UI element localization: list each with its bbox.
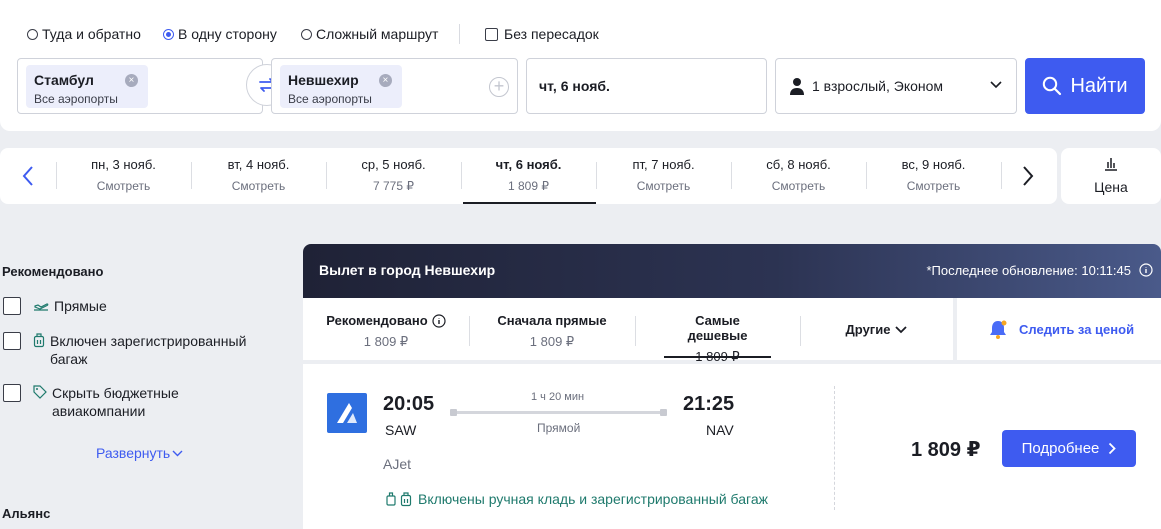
destination-chip: Невшехир Все аэропорты ×: [280, 65, 402, 108]
destination-field[interactable]: Невшехир Все аэропорты × +: [271, 58, 518, 114]
bell-icon: [990, 320, 1007, 339]
trip-type-multicity[interactable]: Сложный маршрут: [301, 26, 438, 42]
next-dates-button[interactable]: [1016, 162, 1040, 190]
details-button[interactable]: Подробнее: [1002, 430, 1136, 467]
filter-hide-budget[interactable]: Скрыть бюджетные авиакомпании: [3, 384, 263, 420]
passengers-value: 1 взрослый, Эконом: [812, 78, 944, 94]
luggage-icon: [33, 333, 45, 348]
info-icon: [432, 313, 446, 328]
radio-icon: [301, 28, 312, 40]
trip-type-oneway[interactable]: В одну сторону: [163, 26, 277, 42]
checkbox-icon[interactable]: [3, 297, 21, 315]
date-cell-thu-selected[interactable]: чт, 6 нояб. 1 809 ₽: [461, 148, 596, 204]
radio-icon: [27, 28, 38, 40]
price-chart-button[interactable]: Цена: [1061, 148, 1161, 204]
origin-field[interactable]: Стамбул Все аэропорты ×: [17, 58, 263, 114]
luggage-icon: [400, 491, 412, 506]
date-cell-sun[interactable]: вс, 9 нояб. Смотреть: [866, 148, 1001, 204]
chevron-left-icon: [22, 166, 33, 186]
arrival-airport: NAV: [706, 422, 734, 438]
date-cell-wed[interactable]: ср, 5 нояб. 7 775 ₽: [326, 148, 461, 204]
ajet-logo-icon: [337, 403, 357, 423]
divider: [1001, 162, 1002, 189]
bar-chart-icon: [1105, 158, 1117, 171]
flight-price: 1 809 ₽: [911, 439, 981, 461]
date-cell-sat[interactable]: сб, 8 нояб. Смотреть: [731, 148, 866, 204]
chevron-down-icon: [172, 450, 183, 456]
checkbox-icon[interactable]: [3, 384, 21, 402]
airline-logo: [327, 393, 367, 433]
divider: [635, 316, 636, 346]
filter-alliance-title: Альянс: [2, 506, 51, 521]
nonstop-checkbox[interactable]: Без пересадок: [485, 26, 599, 42]
results-header: Вылет в город Невшехир *Последнее обновл…: [303, 244, 1161, 298]
chevron-right-icon: [1023, 166, 1034, 186]
trip-type-roundtrip[interactable]: Туда и обратно: [27, 26, 141, 42]
clear-destination-icon[interactable]: ×: [378, 74, 392, 87]
baggage-info: Включены ручная кладь и зарегистрированн…: [386, 491, 768, 507]
checkbox-icon[interactable]: [3, 332, 21, 350]
arrival-time: 21:25: [683, 393, 735, 415]
airline-name: AJet: [383, 456, 412, 472]
departure-airport: SAW: [385, 422, 417, 438]
origin-chip: Стамбул Все аэропорты ×: [26, 65, 148, 108]
chevron-right-icon: [1109, 442, 1117, 455]
filter-direct[interactable]: Прямые: [3, 297, 107, 315]
filter-recommended-title: Рекомендовано: [2, 264, 104, 279]
info-icon[interactable]: [1139, 263, 1153, 277]
add-destination-icon[interactable]: +: [489, 77, 509, 97]
results-title: Вылет в город Невшехир: [319, 262, 496, 278]
origin-airports: Все аэропорты: [34, 92, 118, 106]
sort-tab-recommended[interactable]: Рекомендовано 1 809 ₽: [303, 298, 469, 360]
prev-dates-button[interactable]: [16, 162, 40, 190]
origin-city: Стамбул: [34, 72, 94, 88]
filter-baggage[interactable]: Включен зарегистрированный багаж: [3, 332, 263, 368]
sort-bar: Рекомендовано 1 809 ₽ Сначала прямые 1 8…: [303, 298, 953, 364]
watch-price-button[interactable]: Следить за ценой: [957, 298, 1161, 360]
passengers-field[interactable]: 1 взрослый, Эконом: [775, 58, 1017, 114]
departure-time: 20:05: [383, 393, 435, 415]
route-line: [450, 409, 667, 416]
destination-city: Невшехир: [288, 72, 359, 88]
expand-filters-link[interactable]: Развернуть: [96, 445, 183, 461]
flight-card[interactable]: 20:05 SAW 1 ч 20 мин Прямой 21:25 NAV AJ…: [303, 364, 1161, 529]
chevron-down-icon: [990, 81, 1002, 89]
search-icon: [1043, 76, 1062, 96]
last-update: *Последнее обновление: 10:11:45: [926, 263, 1131, 278]
checkbox-icon: [485, 27, 498, 41]
sort-tab-cheapest[interactable]: Самые дешевые 1 809 ₽: [664, 298, 771, 364]
clear-origin-icon[interactable]: ×: [124, 74, 138, 87]
price-chart-label: Цена: [1094, 179, 1128, 195]
date-value: чт, 6 нояб.: [539, 78, 610, 94]
destination-airports: Все аэропорты: [288, 92, 372, 106]
sort-tab-direct-first[interactable]: Сначала прямые 1 809 ₽: [469, 298, 635, 360]
divider: [834, 386, 835, 510]
flight-duration: 1 ч 20 мин: [531, 391, 585, 403]
stops-label: Прямой: [537, 421, 581, 435]
chevron-down-icon: [895, 325, 908, 333]
divider: [459, 24, 460, 44]
radio-selected-icon: [163, 28, 174, 40]
date-field[interactable]: чт, 6 нояб.: [526, 58, 767, 114]
date-cell-mon[interactable]: пн, 3 нояб. Смотреть: [56, 148, 191, 204]
person-icon: [790, 78, 804, 95]
date-cell-tue[interactable]: вт, 4 нояб. Смотреть: [191, 148, 326, 204]
carry-on-icon: [386, 492, 396, 506]
date-cell-fri[interactable]: пт, 7 нояб. Смотреть: [596, 148, 731, 204]
search-button[interactable]: Найти: [1025, 58, 1145, 114]
sort-tab-other[interactable]: Другие: [800, 298, 953, 360]
date-strip: пн, 3 нояб. Смотреть вт, 4 нояб. Смотрет…: [0, 148, 1057, 204]
tag-icon: [33, 385, 47, 399]
plane-icon: [34, 303, 49, 311]
search-panel: Туда и обратно В одну сторону Сложный ма…: [0, 0, 1161, 131]
